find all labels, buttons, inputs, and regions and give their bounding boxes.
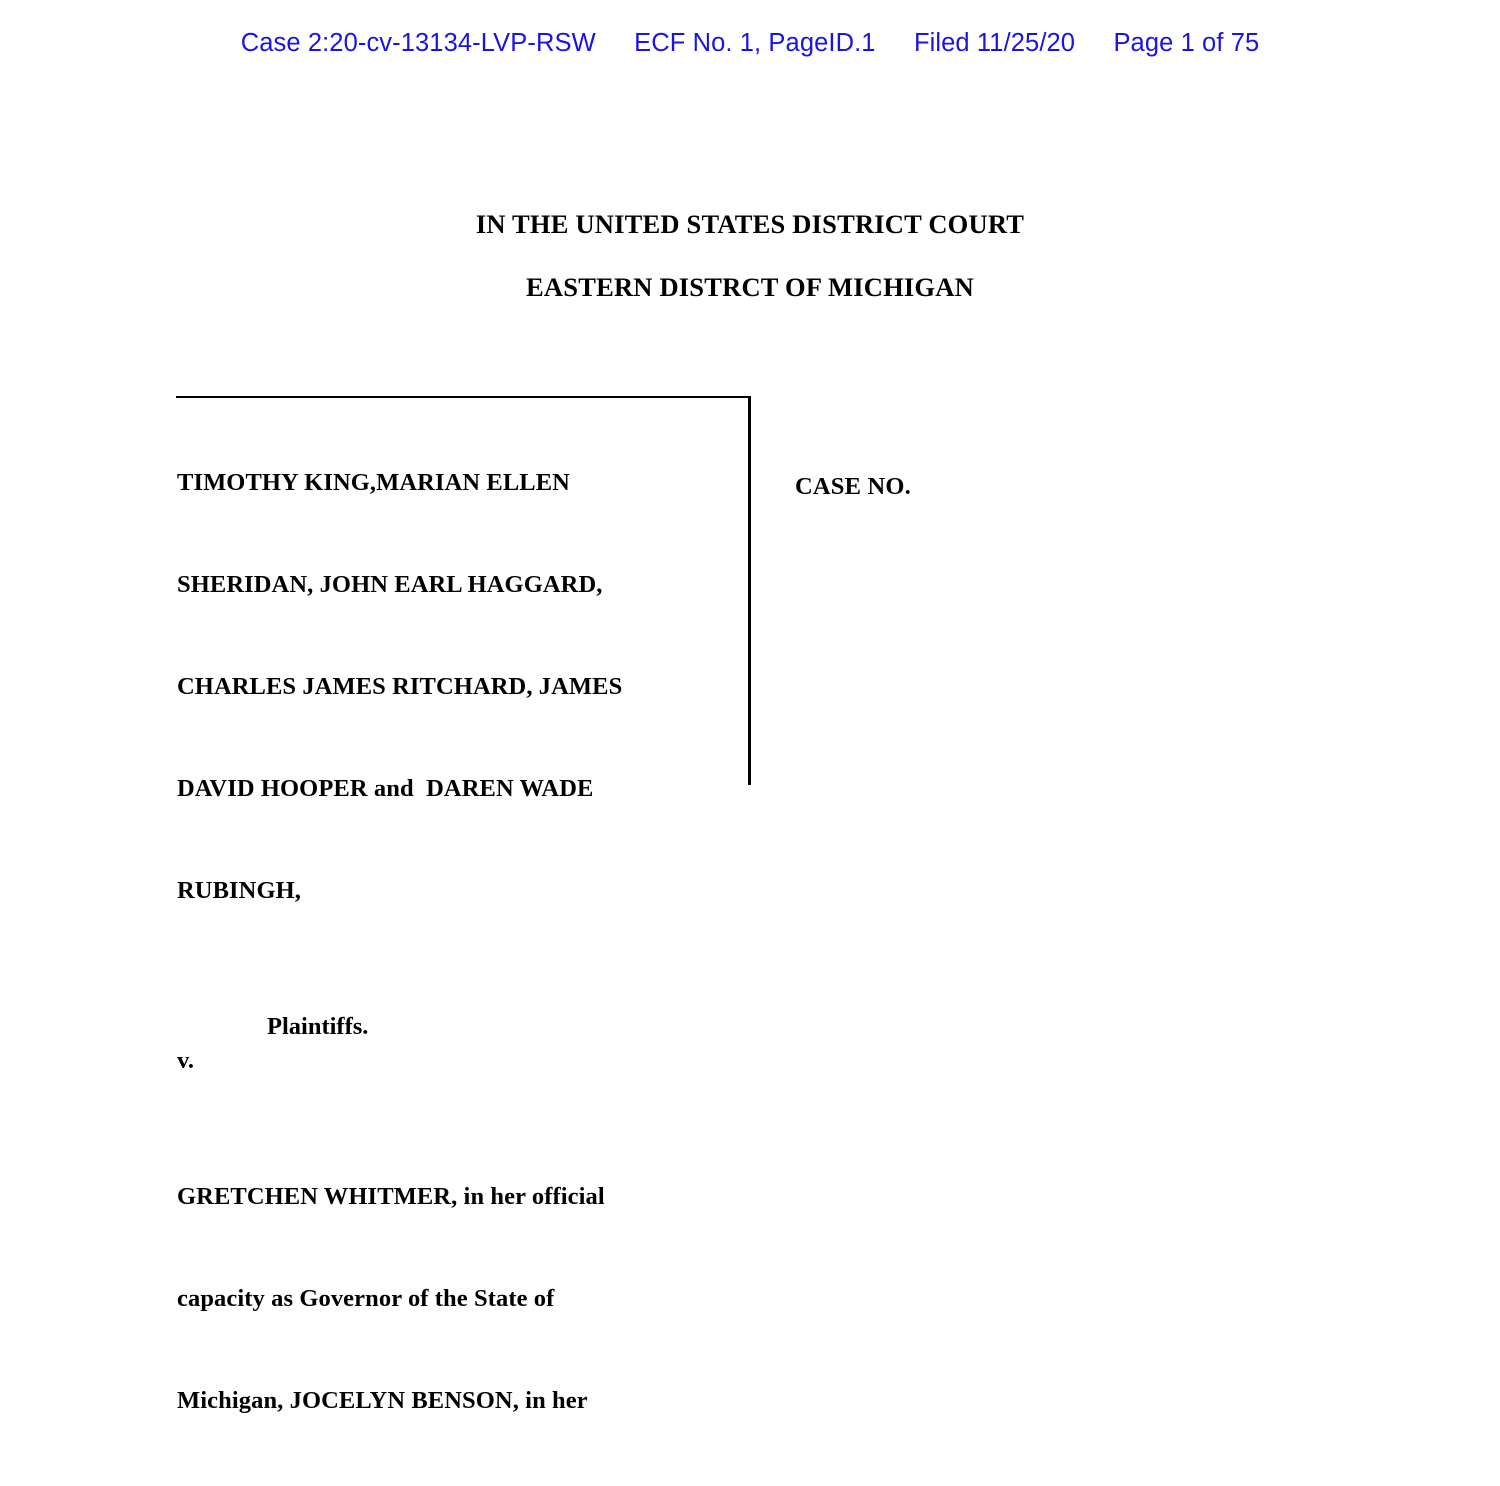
court-name-line-1: IN THE UNITED STATES DISTRICT COURT xyxy=(475,209,1025,239)
plaintiffs-role-label: Plaintiffs. xyxy=(267,1013,369,1040)
plaintiff-name-line: TIMOTHY KING,MARIAN ELLEN xyxy=(177,469,570,496)
ecf-page-number: Page 1 of 75 xyxy=(1113,29,1260,57)
defendant-name-line: capacity as Governor of the State of xyxy=(177,1285,555,1312)
plaintiff-name-line: SHERIDAN, JOHN EARL HAGGARD, xyxy=(177,571,603,598)
ecf-filing-stamp: Case 2:20-cv-13134-LVP-RSW ECF No. 1, Pa… xyxy=(0,29,1500,58)
plaintiffs-names: TIMOTHY KING,MARIAN ELLEN SHERIDAN, JOHN… xyxy=(177,398,737,976)
plaintiff-name-line: CHARLES JAMES RITCHARD, JAMES xyxy=(177,673,623,700)
ecf-case-number: Case 2:20-cv-13134-LVP-RSW xyxy=(240,29,596,57)
plaintiff-name-line: DAVID HOOPER and DAREN WADE xyxy=(177,775,594,802)
defendant-name-line: GRETCHEN WHITMER, in her official xyxy=(177,1183,605,1210)
caption-left-column: TIMOTHY KING,MARIAN ELLEN SHERIDAN, JOHN… xyxy=(177,398,737,1486)
defendant-name-line: Michigan, JOCELYN BENSON, in her xyxy=(177,1387,588,1414)
court-name-line-2: EASTERN DISTRCT OF MICHIGAN xyxy=(526,272,974,302)
versus-label: v. xyxy=(177,1047,195,1074)
defendants-names: GRETCHEN WHITMER, in her official capaci… xyxy=(177,1112,737,1486)
plaintiff-name-line: RUBINGH, xyxy=(177,877,301,904)
case-number-label: CASE NO. xyxy=(795,473,911,500)
ecf-entry-number: ECF No. 1, PageID.1 xyxy=(634,29,876,57)
ecf-filed-date: Filed 11/25/20 xyxy=(913,29,1076,57)
